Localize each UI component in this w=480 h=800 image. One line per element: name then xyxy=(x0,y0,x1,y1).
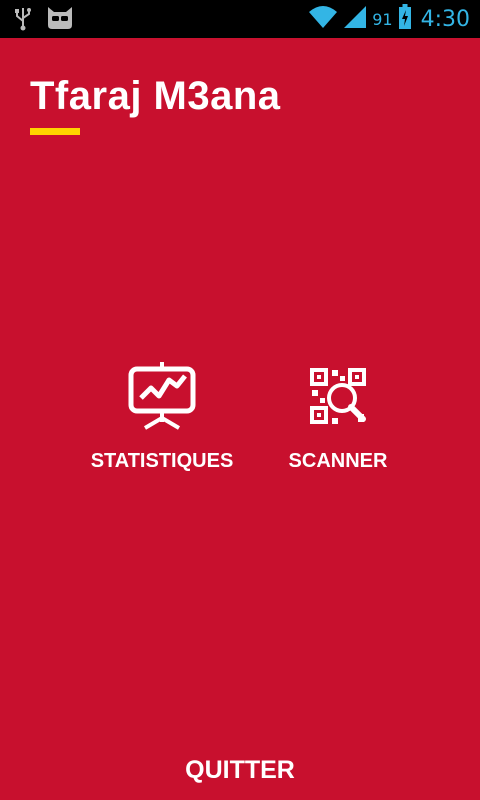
statistics-button[interactable]: STATISTIQUES xyxy=(72,360,252,473)
scanner-button[interactable]: SCANNER xyxy=(248,360,428,473)
usb-icon xyxy=(14,5,32,36)
presentation-chart-icon xyxy=(72,360,252,432)
cyanogen-mascot-icon xyxy=(46,5,74,36)
statistics-label: STATISTIQUES xyxy=(90,450,234,472)
quit-button[interactable]: QUITTER xyxy=(0,756,480,785)
scanner-label: SCANNER xyxy=(288,450,388,472)
title-accent-underline xyxy=(30,128,80,135)
wifi-icon xyxy=(308,4,338,35)
battery-percentage: 91 xyxy=(372,10,393,29)
app-title: Tfaraj M3ana xyxy=(30,74,281,118)
status-clock: 4:30 xyxy=(420,7,470,32)
qr-scan-icon xyxy=(248,360,428,432)
battery-charging-icon xyxy=(398,4,411,35)
status-bar: 91 4:30 xyxy=(0,0,480,38)
signal-icon xyxy=(344,4,367,35)
